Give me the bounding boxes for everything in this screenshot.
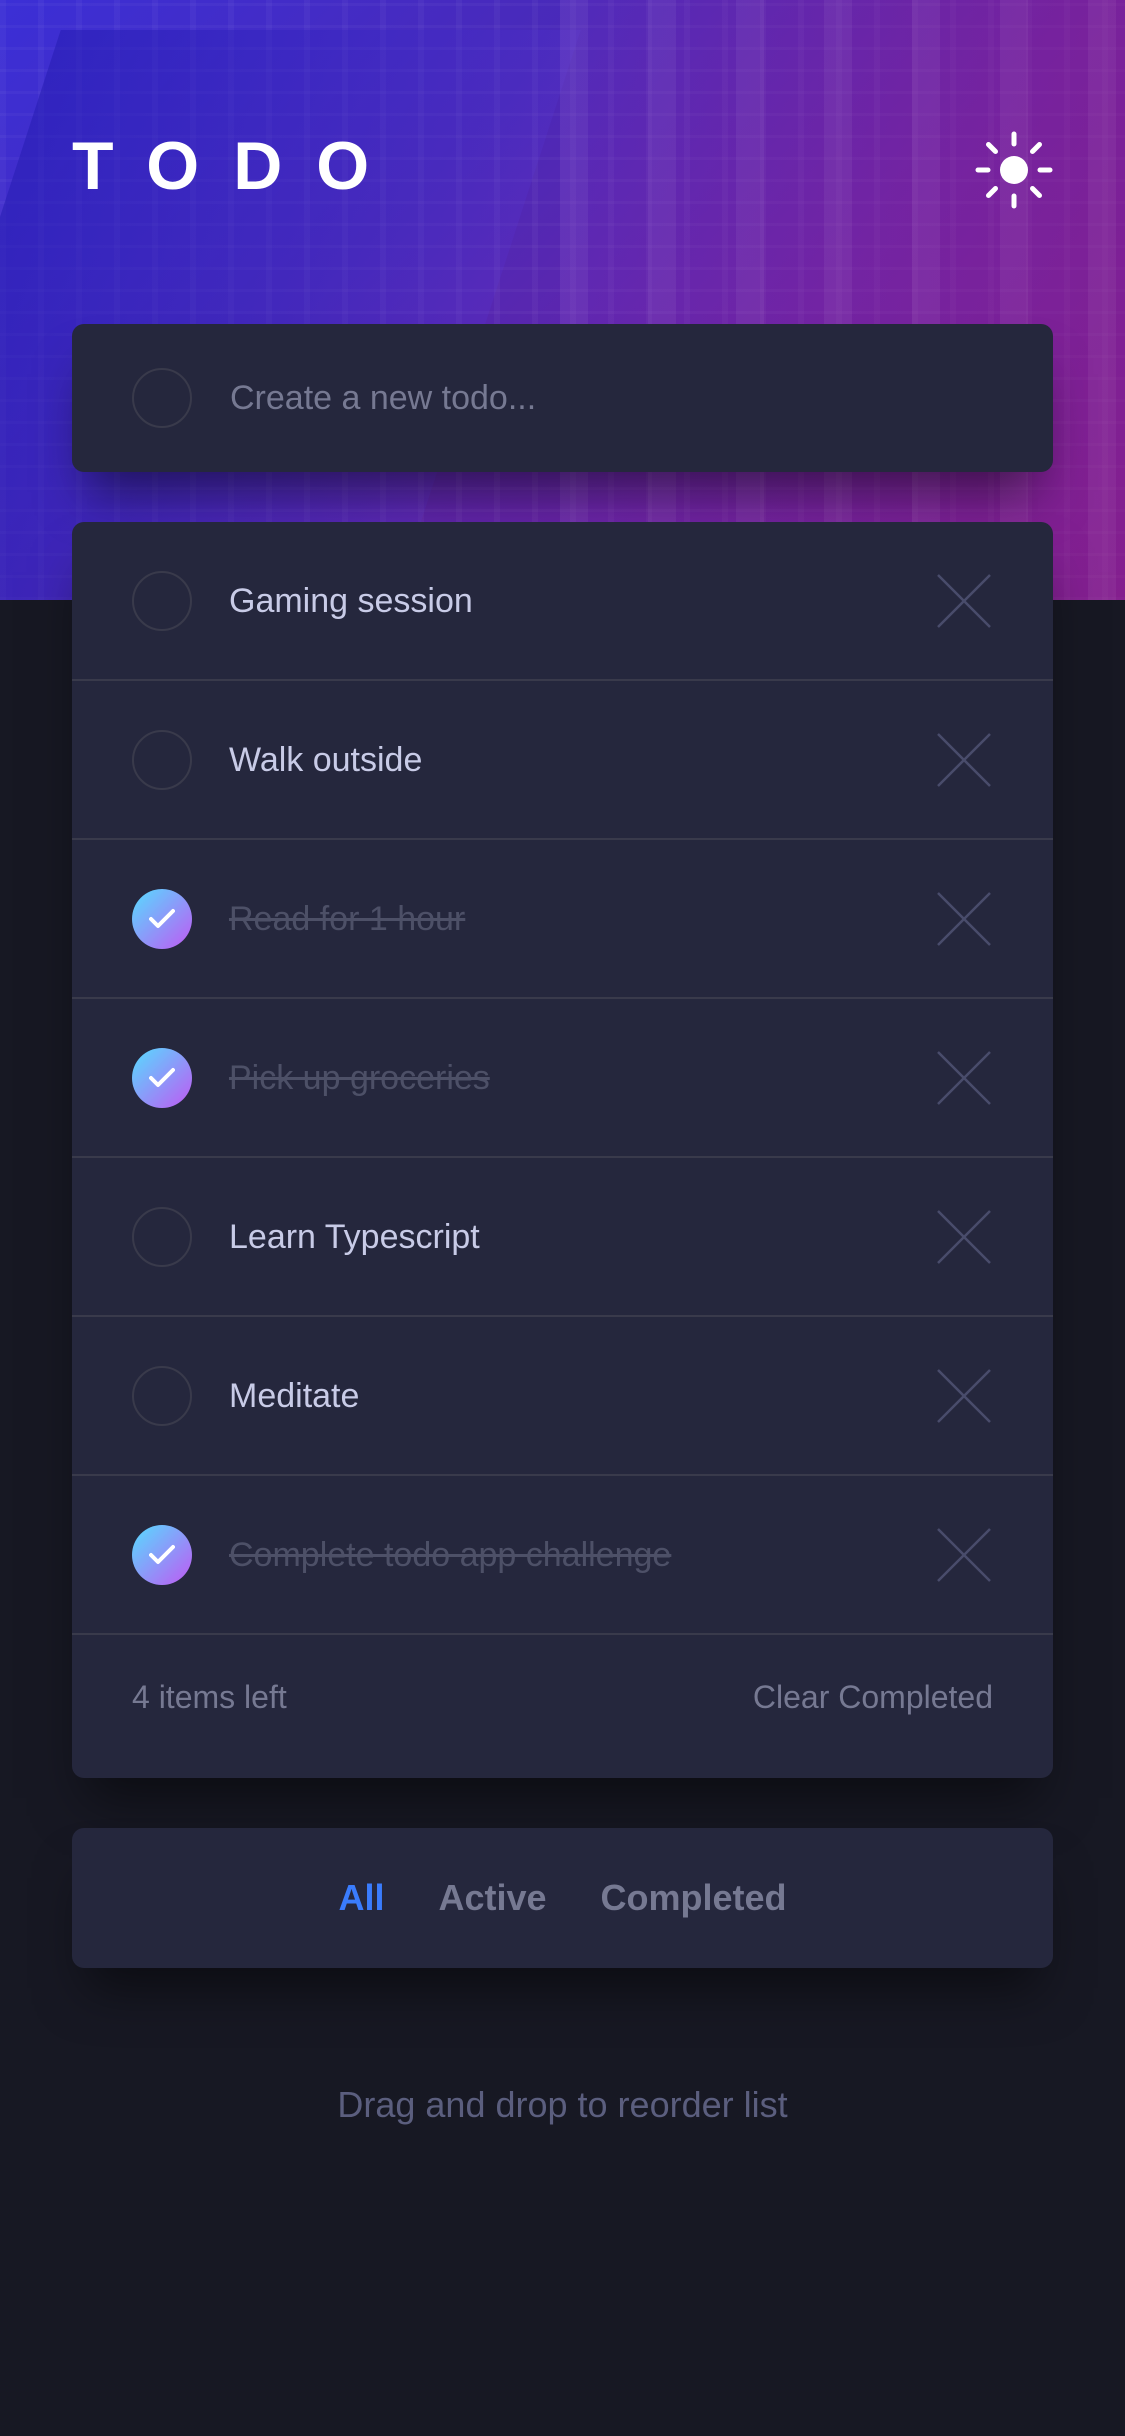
todo-label: Learn Typescript	[229, 1218, 480, 1256]
todo-label: Meditate	[229, 1377, 360, 1415]
clear-completed-button[interactable]: Clear Completed	[753, 1679, 993, 1716]
sun-icon[interactable]	[974, 130, 1054, 210]
filter-all-button[interactable]: All	[338, 1877, 384, 1919]
close-icon[interactable]	[936, 732, 992, 788]
filter-completed-button[interactable]: Completed	[601, 1877, 787, 1919]
todo-list: Gaming session Walk outside Read for 1 h…	[72, 522, 1053, 1778]
todo-label: Gaming session	[229, 582, 473, 620]
app-title: TODO	[72, 128, 404, 204]
header-background-image	[0, 0, 1125, 600]
close-icon[interactable]	[936, 573, 992, 629]
todo-label: Complete todo app challenge	[229, 1536, 672, 1574]
close-icon[interactable]	[936, 1368, 992, 1424]
checkbox-circle-icon[interactable]	[132, 571, 192, 631]
list-item[interactable]: Pick up groceries	[72, 999, 1053, 1158]
todo-label: Pick up groceries	[229, 1059, 490, 1097]
checkbox-circle-icon[interactable]	[132, 730, 192, 790]
checkbox-circle-icon[interactable]	[132, 1366, 192, 1426]
close-icon[interactable]	[936, 1209, 992, 1265]
filter-bar: All Active Completed	[72, 1828, 1053, 1968]
list-footer: 4 items left Clear Completed	[72, 1635, 1053, 1778]
todo-label: Walk outside	[229, 741, 423, 779]
list-item[interactable]: Gaming session	[72, 522, 1053, 681]
filter-active-button[interactable]: Active	[438, 1877, 546, 1919]
new-todo-card	[72, 324, 1053, 472]
list-item[interactable]: Walk outside	[72, 681, 1053, 840]
check-icon[interactable]	[132, 1048, 192, 1108]
list-item[interactable]: Meditate	[72, 1317, 1053, 1476]
check-icon[interactable]	[132, 889, 192, 949]
list-item[interactable]: Learn Typescript	[72, 1158, 1053, 1317]
check-icon[interactable]	[132, 1525, 192, 1585]
list-item[interactable]: Read for 1 hour	[72, 840, 1053, 999]
todo-label: Read for 1 hour	[229, 900, 466, 938]
drag-hint: Drag and drop to reorder list	[337, 2084, 788, 2125]
todo-app: TODO Gaming session	[0, 0, 1125, 2436]
checkbox-circle-icon[interactable]	[132, 1207, 192, 1267]
list-item[interactable]: Complete todo app challenge	[72, 1476, 1053, 1635]
items-left-count: 4 items left	[132, 1679, 287, 1715]
close-icon[interactable]	[936, 891, 992, 947]
new-todo-check-circle[interactable]	[132, 368, 192, 428]
close-icon[interactable]	[936, 1527, 992, 1583]
new-todo-input[interactable]	[230, 368, 1010, 428]
close-icon[interactable]	[936, 1050, 992, 1106]
